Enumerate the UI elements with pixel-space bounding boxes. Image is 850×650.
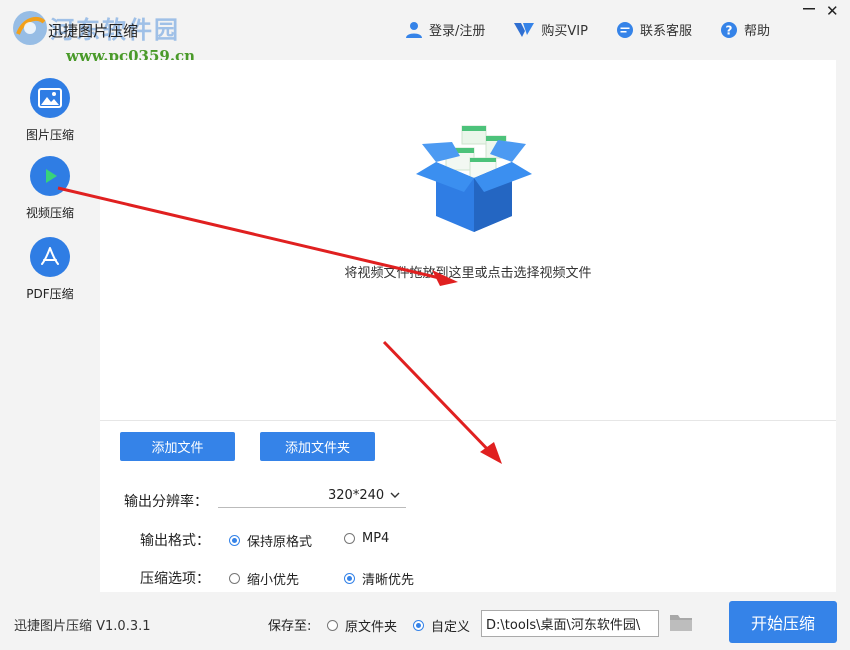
settings-panel: 添加文件 添加文件夹 输出分辨率： 320*240 输出格式： 保持原格式 MP… (100, 420, 836, 592)
sidebar-item-image-compress[interactable]: 图片压缩 (0, 78, 100, 143)
compress-option-label: 清晰优先 (362, 573, 415, 588)
save-option-label: 原文件夹 (345, 620, 398, 635)
minimize-icon[interactable] (800, 0, 818, 16)
sidebar-item-label: 视频压缩 (25, 206, 74, 220)
radio-checked-icon (229, 535, 240, 546)
buy-vip-button[interactable]: 购买VIP (513, 20, 588, 39)
login-label: 登录/注册 (429, 24, 486, 39)
radio-unchecked-icon (229, 573, 240, 584)
save-to-label: 保存至: (268, 619, 312, 634)
buy-vip-label: 购买VIP (541, 24, 588, 39)
help-icon: ? (720, 21, 737, 38)
contact-service-button[interactable]: 联系客服 (616, 20, 692, 39)
compress-option-label: 缩小优先 (247, 573, 300, 588)
save-option-original-folder[interactable]: 原文件夹 (327, 616, 397, 635)
radio-unchecked-icon (327, 620, 338, 631)
format-label: 输出格式： (140, 533, 210, 549)
vip-icon (514, 22, 535, 37)
format-option-original[interactable]: 保持原格式 (229, 531, 312, 550)
save-path-input[interactable] (481, 610, 659, 637)
chevron-down-icon (390, 492, 400, 498)
format-option-mp4[interactable]: MP4 (344, 531, 389, 546)
svg-text:?: ? (726, 23, 733, 37)
contact-service-label: 联系客服 (639, 24, 692, 39)
bottom-bar: 迅捷图片压缩 V1.0.3.1 保存至: 原文件夹 自定义 开始压缩 (0, 592, 850, 650)
play-icon (30, 156, 70, 196)
user-icon (406, 21, 422, 38)
radio-checked-icon (344, 573, 355, 584)
sidebar-item-video-compress[interactable]: 视频压缩 (0, 156, 100, 221)
open-box-icon (416, 125, 532, 232)
save-option-label: 自定义 (431, 620, 471, 635)
resolution-label: 输出分辨率： (124, 494, 208, 510)
sidebar-item-label: PDF压缩 (26, 287, 74, 301)
sidebar-item-label: 图片压缩 (25, 128, 74, 142)
resolution-value: 320*240 (328, 488, 385, 503)
add-file-button[interactable]: 添加文件 (120, 432, 235, 461)
file-drop-zone[interactable]: 将视频文件拖放到这里或点击选择视频文件 (100, 60, 836, 420)
folder-icon[interactable] (669, 612, 693, 632)
app-title: 迅捷图片压缩 (48, 22, 139, 40)
title-bar: 河东软件园 迅捷图片压缩 www.pc0359.cn 登录/注册 购买VIP 联… (0, 0, 850, 65)
help-button[interactable]: ? 帮助 (720, 20, 770, 39)
compress-label: 压缩选项： (140, 571, 210, 587)
app-logo (13, 11, 47, 45)
help-label: 帮助 (743, 24, 770, 39)
compress-option-smaller[interactable]: 缩小优先 (229, 569, 299, 588)
sidebar-item-pdf-compress[interactable]: PDF压缩 (0, 237, 100, 302)
version-text: 迅捷图片压缩 V1.0.3.1 (14, 619, 151, 634)
radio-unchecked-icon (344, 533, 355, 544)
add-folder-button[interactable]: 添加文件夹 (260, 432, 375, 461)
save-option-custom[interactable]: 自定义 (413, 616, 470, 635)
radio-checked-icon (413, 620, 424, 631)
drop-hint-text: 将视频文件拖放到这里或点击选择视频文件 (344, 266, 592, 281)
resolution-select[interactable]: 320*240 (218, 488, 406, 508)
compress-option-clearer[interactable]: 清晰优先 (344, 569, 414, 588)
chat-icon (616, 21, 633, 38)
close-button[interactable]: ✕ (826, 2, 839, 20)
format-option-label: MP4 (362, 531, 390, 546)
pdf-icon (30, 237, 70, 277)
image-icon (30, 78, 70, 118)
format-option-label: 保持原格式 (247, 535, 313, 550)
start-compress-button[interactable]: 开始压缩 (729, 601, 837, 643)
header-actions: 登录/注册 购买VIP 联系客服 ? 帮助 (405, 20, 798, 39)
login-button[interactable]: 登录/注册 (405, 20, 485, 39)
sidebar: 图片压缩 视频压缩 PDF压缩 (0, 60, 100, 592)
